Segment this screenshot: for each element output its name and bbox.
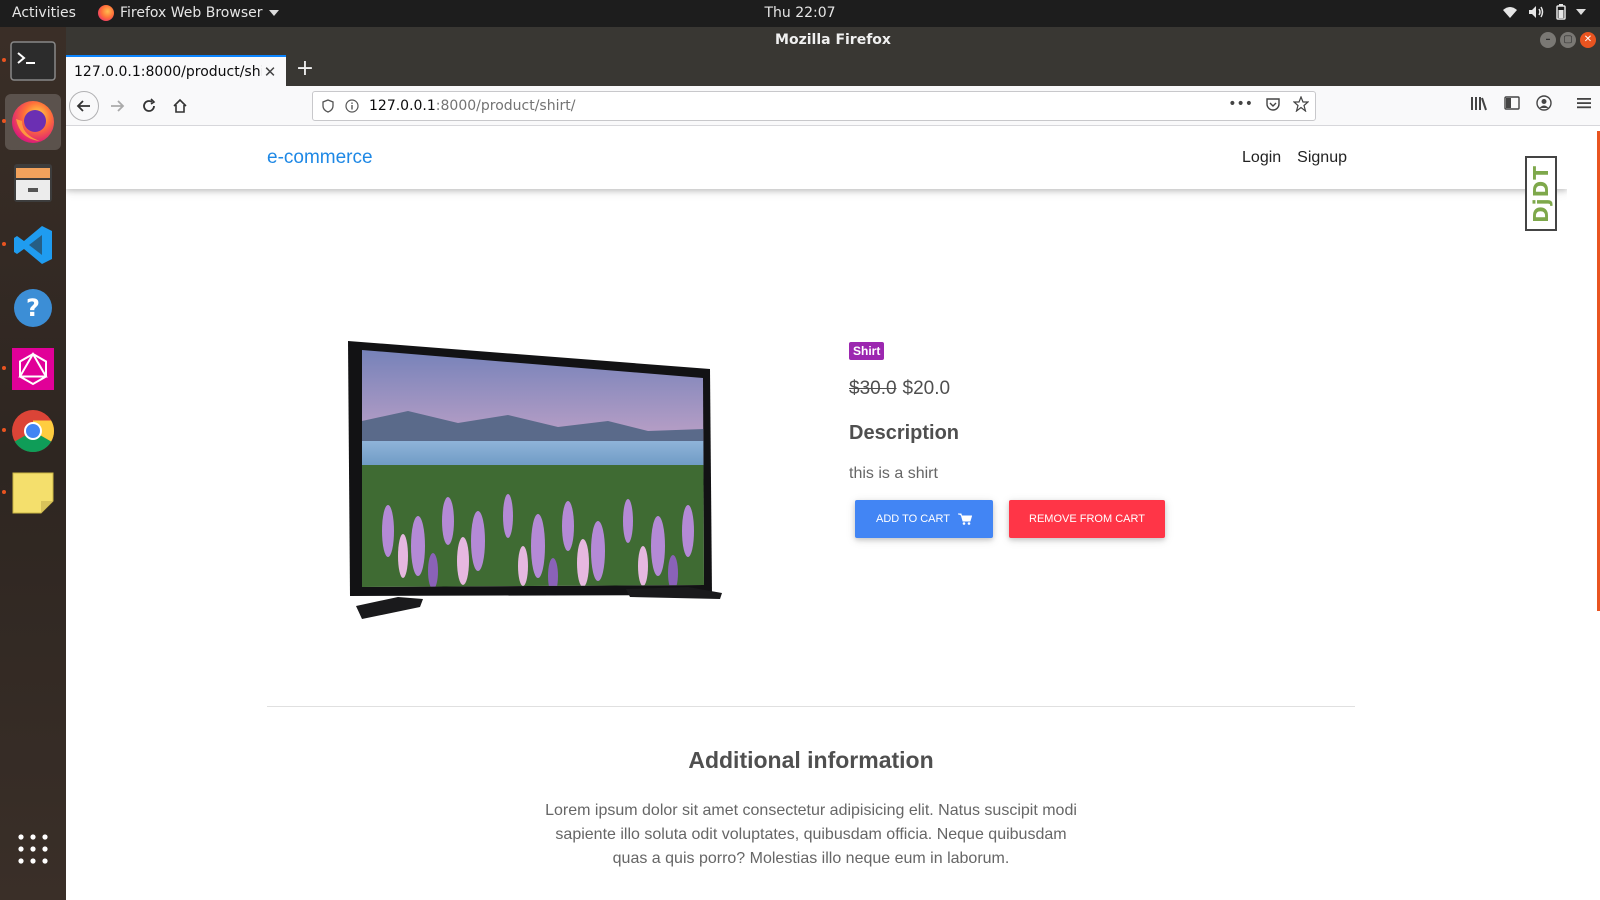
- battery-icon: [1556, 4, 1566, 20]
- running-indicator: [2, 242, 6, 246]
- dock-vscode[interactable]: [5, 217, 61, 273]
- terminal-icon: [10, 41, 56, 81]
- django-debug-toolbar-handle[interactable]: DjDT: [1525, 156, 1557, 231]
- djdt-label: DjDT: [1529, 164, 1554, 223]
- shopping-cart-icon: [957, 513, 972, 525]
- description-text: this is a shirt: [849, 465, 938, 482]
- remove-from-cart-label: REMOVE FROM CART: [1029, 513, 1145, 525]
- price-row: $30.0 $20.0: [849, 378, 1249, 400]
- add-to-cart-button[interactable]: ADD TO CART: [855, 500, 993, 538]
- shield-icon: [322, 99, 334, 113]
- additional-info-heading: Additional information: [688, 747, 934, 773]
- current-price: $20.0: [902, 378, 951, 399]
- additional-info-line: quas a quis porro? Molestias illo neque …: [612, 850, 1010, 867]
- sticky-note-icon: [12, 472, 54, 514]
- signup-link[interactable]: Signup: [1297, 149, 1347, 167]
- additional-info-line: sapiente illo soluta odit voluptates, qu…: [555, 826, 1067, 843]
- chrome-icon: [12, 410, 55, 453]
- description-heading: Description: [849, 422, 960, 444]
- close-window-button[interactable]: ✕: [1580, 32, 1596, 48]
- firefox-icon: [12, 101, 54, 143]
- login-link[interactable]: Login: [1242, 149, 1281, 167]
- window-title: Mozilla Firefox: [775, 32, 891, 48]
- file-cabinet-icon: [14, 164, 52, 202]
- dock-help[interactable]: ?: [5, 280, 61, 336]
- tab-strip: 127.0.0.1:8000/product/shirt/ ✕ +: [66, 53, 1600, 86]
- url-host: 127.0.0.1: [369, 98, 436, 114]
- old-price: $30.0: [849, 378, 897, 399]
- dock-terminal[interactable]: [5, 33, 61, 89]
- hamburger-menu-icon[interactable]: [1576, 95, 1592, 111]
- vscode-icon: [14, 226, 52, 264]
- new-tab-button[interactable]: +: [292, 57, 318, 83]
- dock-firefox[interactable]: [5, 94, 61, 150]
- dock-files[interactable]: [5, 155, 61, 211]
- bookmark-star-icon[interactable]: [1293, 96, 1309, 112]
- app-menu-label: Firefox Web Browser: [120, 5, 263, 21]
- site-brand-link[interactable]: e-commerce: [267, 147, 373, 169]
- section-divider: [267, 706, 1355, 707]
- dock-sticky-notes[interactable]: [5, 465, 61, 521]
- page-scrollbar[interactable]: [1567, 127, 1600, 900]
- url-bar[interactable]: 127.0.0.1:8000/product/shirt/ •••: [312, 91, 1316, 121]
- info-icon: [345, 99, 359, 113]
- pocket-icon[interactable]: [1265, 96, 1281, 112]
- dock-graphql[interactable]: [5, 341, 61, 397]
- url-path: :8000/product/shirt/: [435, 98, 576, 114]
- additional-info-line: Lorem ipsum dolor sit amet consectetur a…: [545, 802, 1077, 819]
- volume-icon: [1529, 6, 1544, 18]
- tab-active[interactable]: 127.0.0.1:8000/product/shirt/ ✕: [66, 55, 286, 86]
- running-indicator: [2, 366, 6, 370]
- dock: ?: [0, 27, 66, 900]
- add-to-cart-label: ADD TO CART: [876, 513, 950, 525]
- page-actions-icon[interactable]: •••: [1228, 96, 1253, 112]
- chevron-down-icon: [268, 10, 279, 16]
- system-top-bar: Activities Firefox Web Browser Thu 22:07: [0, 0, 1600, 27]
- sidebar-icon[interactable]: [1504, 95, 1520, 111]
- product-image: [348, 341, 722, 619]
- window-titlebar[interactable]: Mozilla Firefox – ▢ ✕: [66, 27, 1600, 53]
- dock-chrome[interactable]: [5, 403, 61, 459]
- reload-button[interactable]: [134, 91, 164, 121]
- svg-text:?: ?: [26, 294, 40, 322]
- category-badge[interactable]: Shirt: [849, 342, 885, 360]
- help-icon: ?: [14, 289, 52, 327]
- account-icon[interactable]: [1536, 95, 1552, 111]
- additional-info-text: Lorem ipsum dolor sit amet consectetur a…: [544, 799, 1078, 871]
- reload-icon: [143, 98, 156, 112]
- close-tab-icon[interactable]: ✕: [262, 63, 278, 81]
- wifi-icon: [1503, 7, 1517, 18]
- running-indicator: [2, 58, 6, 62]
- home-button[interactable]: [165, 91, 195, 121]
- remove-from-cart-button[interactable]: REMOVE FROM CART: [1009, 500, 1165, 538]
- minimize-button[interactable]: –: [1540, 32, 1556, 48]
- system-tray[interactable]: [1502, 4, 1586, 20]
- arrow-left-icon: [76, 100, 90, 112]
- graphql-icon: [12, 348, 54, 390]
- library-icon[interactable]: [1470, 95, 1488, 111]
- clock[interactable]: Thu 22:07: [764, 5, 835, 21]
- tab-title: 127.0.0.1:8000/product/shirt/: [74, 63, 262, 80]
- url-text: 127.0.0.1:8000/product/shirt/: [369, 98, 575, 114]
- arrow-right-icon: [111, 100, 125, 112]
- site-navbar: e-commerce Login Signup: [66, 127, 1567, 189]
- product-info: Shirt $30.0 $20.0 Description this is a s…: [849, 342, 1249, 538]
- back-button[interactable]: [69, 91, 99, 121]
- navigation-toolbar: 127.0.0.1:8000/product/shirt/ •••: [66, 86, 1600, 126]
- app-menu[interactable]: Firefox Web Browser: [98, 5, 279, 21]
- firefox-icon: [98, 5, 114, 21]
- app-grid-icon: [18, 834, 48, 864]
- web-page: e-commerce Login Signup DjDT Shirt $30.0…: [66, 127, 1567, 900]
- home-icon: [173, 98, 187, 113]
- running-indicator: [2, 490, 6, 494]
- activities-button[interactable]: Activities: [12, 5, 76, 21]
- forward-button[interactable]: [102, 91, 132, 121]
- chevron-down-icon: [1576, 9, 1586, 15]
- maximize-button[interactable]: ▢: [1560, 32, 1576, 48]
- running-indicator: [2, 428, 6, 432]
- running-indicator: [2, 119, 6, 123]
- show-applications-button[interactable]: [5, 821, 61, 877]
